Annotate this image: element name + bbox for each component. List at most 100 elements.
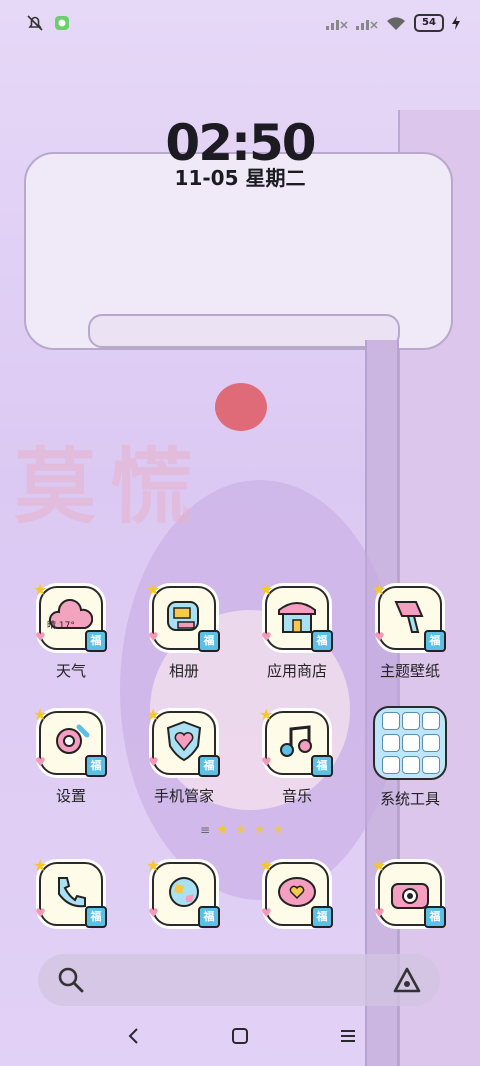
folder-app-thumb — [422, 756, 440, 774]
app-system-tools-folder[interactable]: 系统工具 — [360, 706, 460, 809]
folder-app-thumb — [382, 756, 400, 774]
fu-badge: 福 — [198, 755, 220, 777]
heart-icon: ♥ — [261, 906, 272, 920]
charging-icon — [452, 16, 460, 30]
home-icon[interactable] — [230, 1026, 250, 1046]
folder-app-thumb — [402, 734, 420, 752]
star-icon: ★ — [146, 580, 161, 599]
theme-brush-icon: ★ ♥ 福 — [372, 580, 446, 652]
globe-graphic — [169, 877, 199, 907]
page-dot-star-icon: ★ — [234, 822, 248, 838]
folder-app-thumb — [402, 712, 420, 730]
app-store-icon: ★ ♥ 福 — [259, 580, 333, 652]
page-dot-star-icon: ★ — [271, 822, 285, 838]
back-icon[interactable] — [124, 1026, 144, 1046]
fu-badge: 福 — [424, 906, 446, 928]
heart-icon: ♥ — [35, 906, 46, 920]
app-label: 主题壁纸 — [379, 662, 440, 680]
app-label: 设置 — [55, 787, 86, 805]
dock-phone[interactable]: ★ ♥ 福 — [21, 856, 121, 928]
wallpaper-ac-vent — [88, 314, 400, 348]
camera-icon: ★ ♥ 福 — [372, 856, 446, 928]
app-label: 系统工具 — [379, 790, 440, 808]
gear-graphic — [56, 724, 90, 754]
app-security[interactable]: ★ ♥ 福 手机管家 — [134, 705, 234, 806]
app-settings[interactable]: ★ ♥ 福 设置 — [21, 705, 121, 806]
security-shield-icon: ★ ♥ 福 — [146, 705, 220, 777]
folder-app-thumb — [382, 712, 400, 730]
messages-heart-icon: ★ ♥ 福 — [259, 856, 333, 928]
recents-menu-icon[interactable] — [338, 1026, 358, 1046]
mute-bell-icon — [27, 15, 43, 31]
heart-icon: ♥ — [148, 630, 159, 644]
app-themes[interactable]: ★ ♥ 福 主题壁纸 — [360, 580, 460, 681]
fu-badge: 福 — [198, 906, 220, 928]
app-label: 音乐 — [281, 787, 312, 805]
star-icon: ★ — [33, 705, 48, 724]
page-dot-star-icon: ★ — [253, 822, 266, 838]
fu-badge: 福 — [424, 630, 446, 652]
fu-badge: 福 — [85, 906, 107, 928]
app-gallery[interactable]: ★ ♥ 福 相册 — [134, 580, 234, 681]
search-bar[interactable] — [38, 954, 440, 1006]
heart-icon: ♥ — [35, 755, 46, 769]
gallery-graphic — [167, 601, 199, 631]
star-icon: ★ — [259, 705, 274, 724]
star-icon: ★ — [259, 856, 274, 875]
fu-badge: 福 — [311, 630, 333, 652]
weather-icon: ★ 晴 17° ♥ 福 — [33, 580, 107, 652]
battery-level: 54 — [414, 14, 444, 32]
heart-icon: ♥ — [374, 630, 385, 644]
page-indicator[interactable]: ≡ ★ ★ ★ ★ — [200, 822, 284, 838]
navigation-bar — [0, 1012, 480, 1066]
fu-badge: 福 — [198, 630, 220, 652]
heart-icon: ♥ — [148, 755, 159, 769]
heart-icon: ♥ — [148, 906, 159, 920]
gallery-icon: ★ ♥ 福 — [146, 580, 220, 652]
app-notification-icon — [55, 16, 69, 30]
wallpaper-heart-mascot — [215, 383, 267, 431]
app-music[interactable]: ★ ♥ 福 音乐 — [247, 705, 347, 806]
folder-app-thumb — [382, 734, 400, 752]
fu-badge: 福 — [85, 630, 107, 652]
weather-text: 晴 17° — [47, 621, 75, 631]
star-icon: ★ — [372, 856, 387, 875]
folder-app-thumb — [422, 734, 440, 752]
heart-icon: ♥ — [261, 755, 272, 769]
star-icon: ★ — [33, 580, 48, 599]
star-icon: ★ — [146, 705, 161, 724]
phone-icon: ★ ♥ 福 — [33, 856, 107, 928]
dock-camera[interactable]: ★ ♥ 福 — [360, 856, 460, 928]
dock-messages[interactable]: ★ ♥ 福 — [247, 856, 347, 928]
note-graphic — [280, 725, 312, 757]
system-tools-folder-icon — [373, 706, 447, 780]
phone-graphic — [58, 877, 86, 908]
status-bar: 54 — [0, 0, 480, 50]
music-icon: ★ ♥ 福 — [259, 705, 333, 777]
signal-1-icon — [326, 20, 348, 30]
wallpaper-text-1: 莫 — [14, 440, 97, 535]
app-label: 手机管家 — [153, 787, 214, 805]
clock-date[interactable]: 11-05 星期二 — [0, 162, 480, 191]
app-weather[interactable]: ★ 晴 17° ♥ 福 天气 — [21, 580, 121, 681]
heart-icon: ♥ — [261, 630, 272, 644]
app-label: 应用商店 — [266, 662, 327, 680]
search-icon[interactable] — [56, 965, 86, 995]
wifi-icon — [387, 17, 405, 30]
voice-assistant-icon[interactable] — [392, 966, 422, 994]
browser-globe-icon: ★ ♥ 福 — [146, 856, 220, 928]
fu-badge: 福 — [311, 755, 333, 777]
folder-app-thumb — [422, 712, 440, 730]
app-label: 相册 — [168, 662, 199, 680]
app-store[interactable]: ★ ♥ 福 应用商店 — [247, 580, 347, 681]
page-list-icon: ≡ — [200, 823, 211, 837]
wallpaper-text-2: 慌 — [110, 440, 193, 535]
folder-app-thumb — [402, 756, 420, 774]
dock-browser[interactable]: ★ ♥ 福 — [134, 856, 234, 928]
heart-icon: ♥ — [374, 906, 385, 920]
star-icon: ★ — [372, 580, 387, 599]
fu-badge: 福 — [311, 906, 333, 928]
page-dot-star-icon: ★ — [216, 822, 229, 838]
heart-icon: ♥ — [35, 630, 46, 644]
settings-icon: ★ ♥ 福 — [33, 705, 107, 777]
